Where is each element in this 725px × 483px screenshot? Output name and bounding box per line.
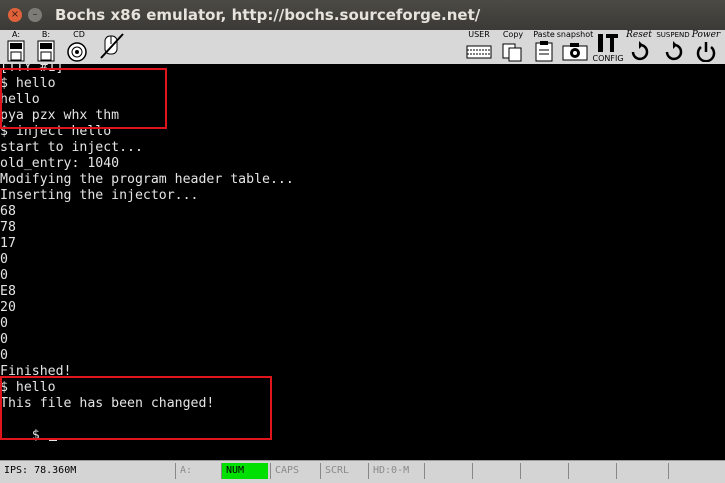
ips-indicator: IPS: 78.360M (4, 465, 77, 476)
config-label: CONFIG (592, 54, 624, 63)
power-label: Power (691, 30, 721, 40)
terminal-line: E8 (0, 284, 16, 299)
cdrom-button[interactable]: CD (64, 30, 94, 64)
suspend-button[interactable]: SUSPEND (656, 30, 690, 64)
user-label: USER (468, 30, 490, 39)
scroll-lock-indicator: SCRL (320, 463, 366, 479)
bochs-toolbar: A: B: CD USER Copy Paste snapshot CONFIG… (0, 30, 725, 65)
terminal-line: 78 (0, 220, 16, 235)
floppy-a-icon (7, 40, 25, 62)
status-slot-empty (568, 463, 614, 479)
snapshot-label: snapshot (556, 30, 594, 39)
copy-button[interactable]: Copy (498, 30, 528, 64)
snapshot-button[interactable]: snapshot (556, 30, 594, 64)
power-icon (696, 42, 716, 62)
highlight-box-top (0, 68, 167, 129)
paste-icon (535, 41, 553, 62)
terminal-line: 0 (0, 332, 8, 347)
terminal-line: 17 (0, 236, 16, 251)
cdrom-icon (67, 42, 87, 62)
floppy-a-label: A: (11, 30, 21, 39)
floppy-b-icon (37, 40, 55, 62)
status-slot-empty (424, 463, 470, 479)
keyboard-icon (466, 45, 492, 59)
power-button[interactable]: Power (688, 30, 724, 64)
vm-display[interactable]: [TTY #1] $ hello hello pya pzx whx thm $… (0, 64, 725, 460)
user-button[interactable]: USER (464, 30, 494, 64)
copy-icon (502, 43, 522, 62)
status-slot-empty (520, 463, 566, 479)
window-titlebar: × – Bochs x86 emulator, http://bochs.sou… (0, 0, 725, 30)
paste-button[interactable]: Paste (530, 30, 558, 64)
caps-lock-indicator: CAPS (270, 463, 318, 479)
floppy-b-button[interactable]: B: (34, 30, 58, 64)
config-button[interactable]: CONFIG (592, 30, 624, 64)
drive-indicator: A: (175, 463, 219, 479)
terminal-line: start to inject... (0, 140, 143, 155)
close-window-button[interactable]: × (8, 8, 22, 22)
window-title: Bochs x86 emulator, http://bochs.sourcef… (55, 6, 481, 24)
camera-icon (562, 43, 588, 61)
suspend-icon (665, 41, 683, 61)
terminal-line: 0 (0, 316, 8, 331)
reset-button[interactable]: Reset (624, 30, 654, 64)
terminal-line: 68 (0, 204, 16, 219)
cdrom-label: CD (73, 30, 85, 39)
num-lock-indicator: NUM (221, 463, 268, 479)
paste-label: Paste (533, 30, 555, 39)
mouse-toggle-button[interactable] (96, 30, 126, 64)
status-slot-empty (616, 463, 666, 479)
terminal-line: Modifying the program header table... (0, 172, 294, 187)
floppy-b-label: B: (41, 30, 51, 39)
mouse-disabled-icon (100, 33, 124, 59)
copy-label: Copy (502, 30, 524, 39)
hard-disk-indicator: HD:0-M (368, 463, 422, 479)
terminal-line: Inserting the injector... (0, 188, 199, 203)
terminal-line: 0 (0, 348, 8, 363)
status-slot-empty (472, 463, 518, 479)
config-icon (598, 34, 618, 52)
minimize-window-button[interactable]: – (28, 8, 42, 22)
status-slot-empty (668, 463, 725, 479)
status-bar: IPS: 78.360M A: NUM CAPS SCRL HD:0-M (0, 460, 725, 483)
terminal-line: 0 (0, 268, 8, 283)
terminal-line: 0 (0, 252, 8, 267)
reset-icon (631, 41, 649, 61)
terminal-line: 20 (0, 300, 16, 315)
terminal-line: old_entry: 1040 (0, 156, 120, 171)
floppy-a-button[interactable]: A: (4, 30, 28, 64)
highlight-box-bottom (0, 376, 272, 440)
reset-label: Reset (626, 30, 652, 40)
suspend-label: SUSPEND (656, 31, 690, 39)
